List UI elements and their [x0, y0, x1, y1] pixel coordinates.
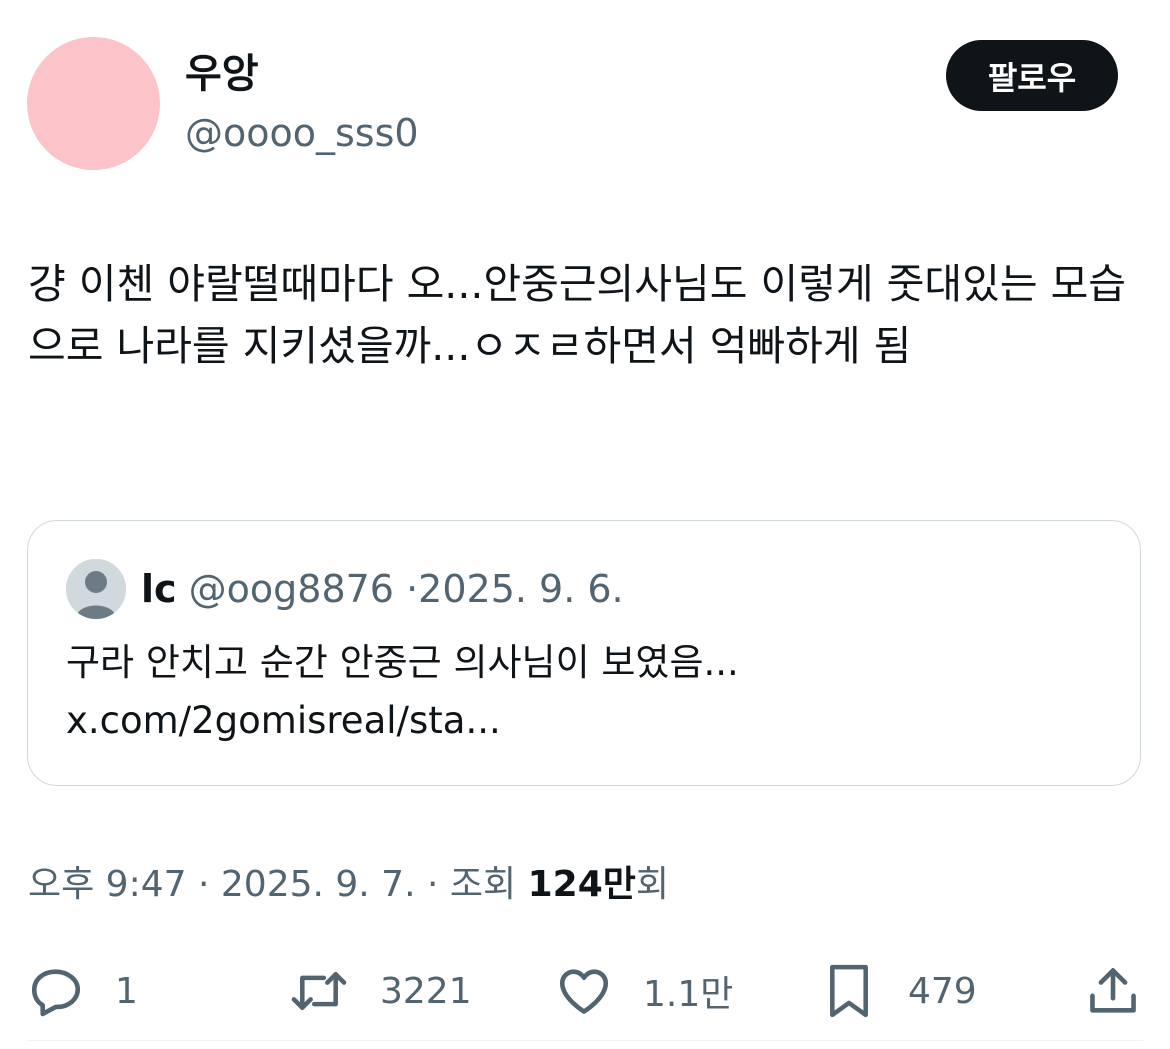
reply-button[interactable]: 1	[27, 955, 138, 1027]
like-icon	[559, 969, 609, 1014]
bookmark-icon	[830, 964, 868, 1018]
separator-dot: ·	[197, 864, 210, 905]
quoted-author-name: lc	[141, 567, 177, 611]
follow-button[interactable]: 팔로우	[946, 40, 1118, 111]
views-prefix: 조회	[449, 864, 517, 905]
quoted-header: lc @oog8876 ·2025. 9. 6.	[141, 565, 624, 613]
author-avatar[interactable]	[27, 37, 160, 170]
like-button[interactable]: 1.1만	[555, 955, 733, 1027]
views-suffix: 회	[635, 864, 670, 905]
author-name[interactable]: 우앙	[185, 50, 259, 98]
tweet-time[interactable]: 오후 9:47	[28, 864, 187, 905]
retweet-icon	[291, 972, 347, 1010]
share-button[interactable]	[1084, 955, 1142, 1027]
reply-count: 1	[115, 970, 138, 1012]
views-count: 124만	[527, 864, 636, 905]
share-icon	[1090, 968, 1136, 1013]
quoted-author-handle: @oog8876	[188, 567, 394, 611]
bookmark-button[interactable]: 479	[820, 955, 977, 1027]
separator-dot: ·	[406, 567, 419, 611]
quoted-date: 2025. 9. 6.	[418, 567, 624, 611]
separator-dot: ·	[427, 864, 439, 905]
tweet-meta: 오후 9:47 · 2025. 9. 7. · 조회 124만회	[28, 858, 669, 912]
action-bar: 1 3221 1.1만 479	[0, 955, 1170, 1027]
quoted-text: 구라 안치고 순간 안중근 의사님이 보였음... x.com/2gomisre…	[66, 641, 739, 742]
bookmark-count: 479	[908, 970, 977, 1012]
default-avatar-icon	[66, 559, 126, 619]
like-count: 1.1만	[643, 974, 734, 1015]
retweet-button[interactable]: 3221	[288, 955, 472, 1027]
retweet-count: 3221	[380, 970, 472, 1012]
quoted-tweet[interactable]: lc @oog8876 ·2025. 9. 6. 구라 안치고 순간 안중근 의…	[27, 520, 1141, 786]
reply-icon	[31, 969, 81, 1017]
author-handle[interactable]: @oooo_sss0	[185, 110, 419, 156]
tweet-date[interactable]: 2025. 9. 7.	[221, 864, 416, 905]
tweet-text: 걍 이첸 야랄떨때마다 오...안중근의사님도 이렇게 줏대있는 모습으로 나라…	[28, 260, 1127, 370]
divider	[27, 1040, 1143, 1041]
